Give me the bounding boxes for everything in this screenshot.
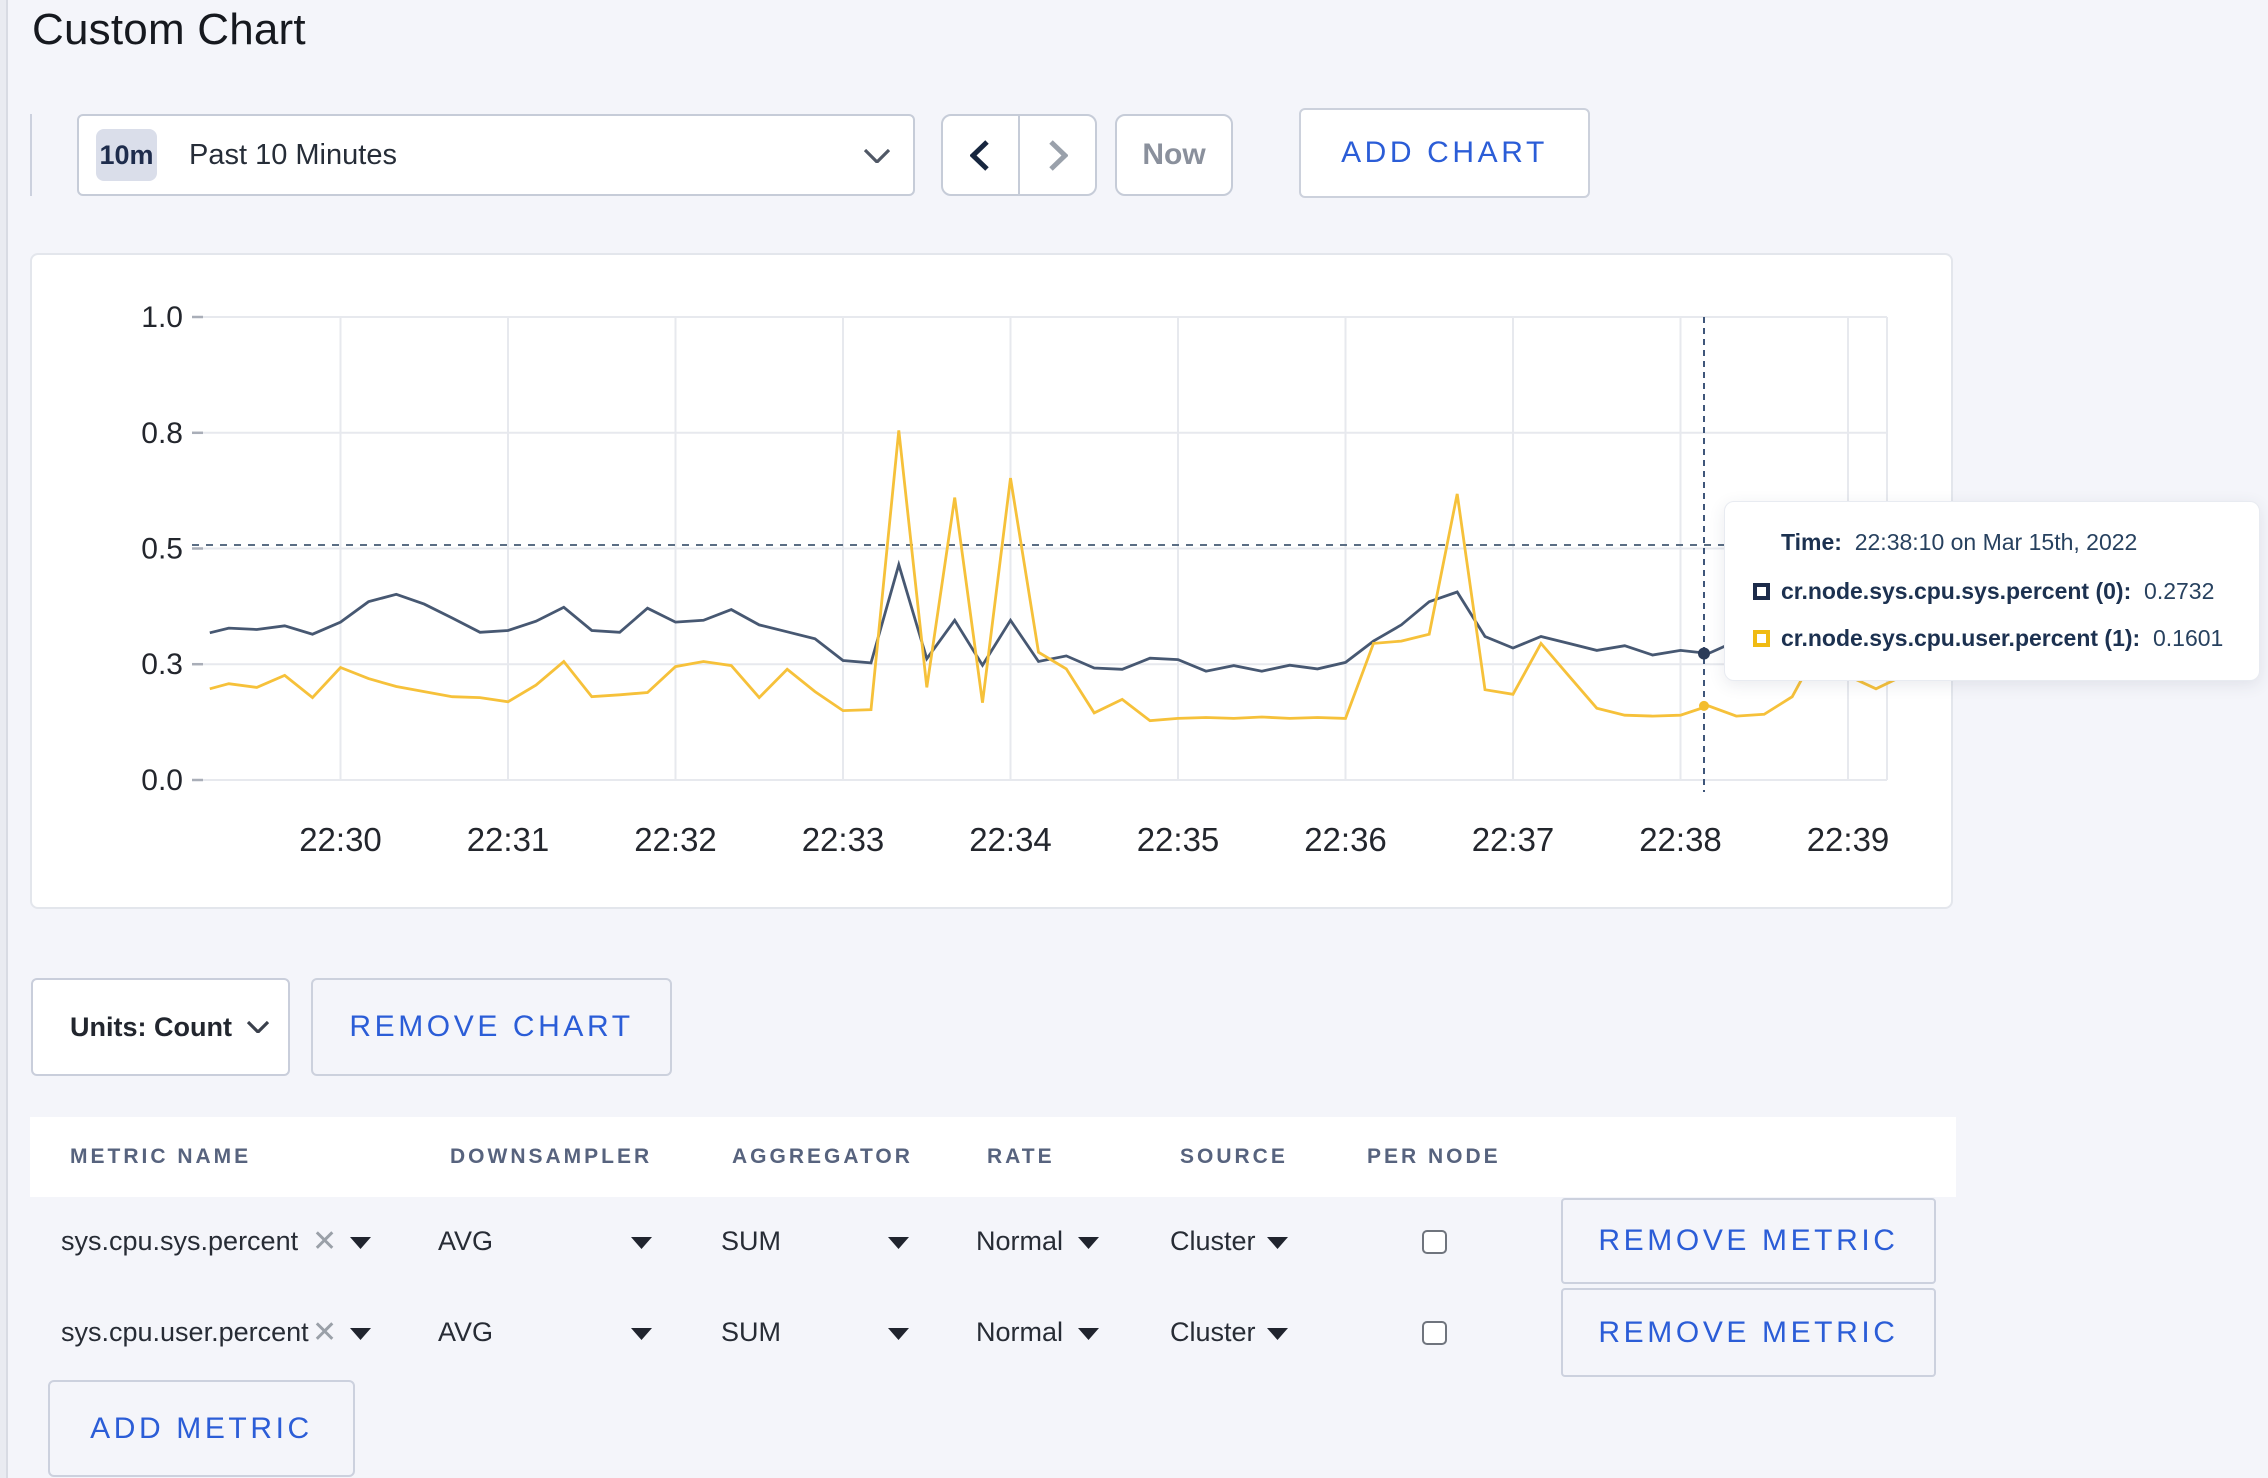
svg-text:22:32: 22:32 [634,821,717,858]
svg-text:22:36: 22:36 [1304,821,1387,858]
svg-text:22:31: 22:31 [467,821,550,858]
svg-text:0.8: 0.8 [141,417,183,450]
svg-text:22:33: 22:33 [802,821,885,858]
svg-text:22:30: 22:30 [299,821,382,858]
svg-text:0.5: 0.5 [141,533,183,566]
svg-text:22:38: 22:38 [1639,821,1722,858]
svg-text:0.0: 0.0 [141,764,183,797]
svg-text:22:37: 22:37 [1472,821,1555,858]
svg-text:22:35: 22:35 [1137,821,1220,858]
svg-text:1.0: 1.0 [141,301,183,334]
svg-text:22:34: 22:34 [969,821,1052,858]
svg-text:22:39: 22:39 [1807,821,1890,858]
svg-text:0.3: 0.3 [141,648,183,681]
